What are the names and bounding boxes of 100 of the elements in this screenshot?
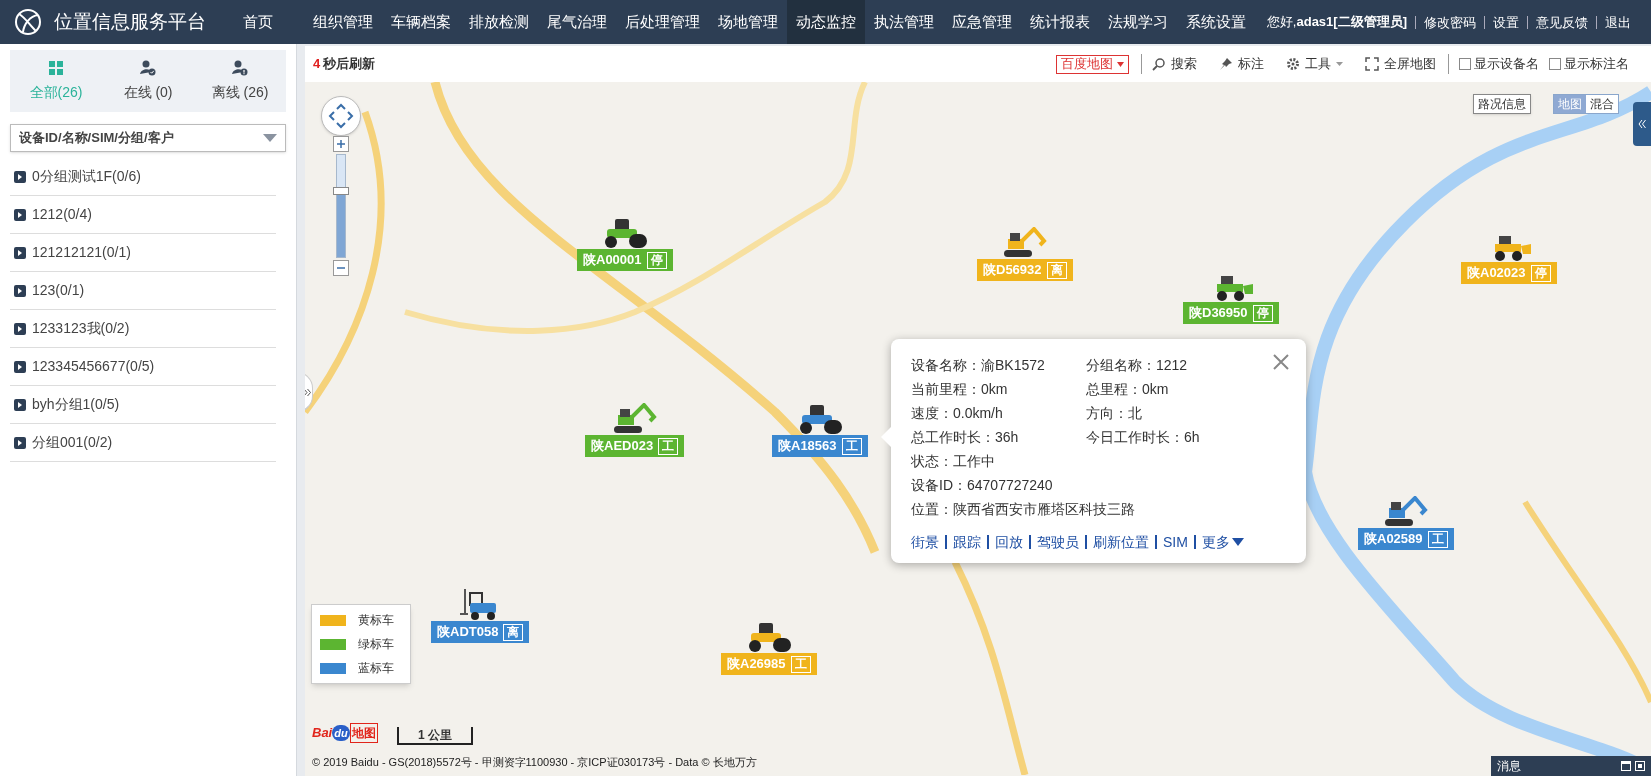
checkbox[interactable] xyxy=(1459,58,1471,70)
double-chevron-icon xyxy=(1638,120,1646,128)
user-check-icon xyxy=(140,59,156,76)
group-tree-item[interactable]: byh分组1(0/5) xyxy=(10,386,276,424)
nav-tab[interactable]: 场地管理 xyxy=(709,0,787,44)
filter-tab[interactable]: 离线 (26) xyxy=(194,50,286,112)
info-field: 当前里程：0km xyxy=(911,377,1086,401)
popup-link[interactable]: 街景 xyxy=(911,535,945,549)
traffic-button[interactable]: 路况信息 xyxy=(1473,94,1531,114)
caret-down-icon xyxy=(1231,538,1244,546)
nav-tab[interactable]: 动态监控 xyxy=(787,0,865,44)
map-mode-tab[interactable]: 混合 xyxy=(1586,95,1618,113)
checkbox[interactable] xyxy=(1549,58,1561,70)
map-scale: 1 公里 xyxy=(397,727,473,745)
info-field: 速度：0.0km/h xyxy=(911,401,1086,425)
group-tree-item[interactable]: 1233123我(0/2) xyxy=(10,310,276,348)
filter-tab[interactable]: 在线 (0) xyxy=(102,50,194,112)
group-tree-item[interactable]: 1212(0/4) xyxy=(10,196,276,234)
popup-link[interactable]: 回放 xyxy=(987,535,1029,549)
nav-tab[interactable]: 执法管理 xyxy=(865,0,943,44)
header-link[interactable]: 设置 xyxy=(1484,15,1527,29)
plus-icon xyxy=(337,140,345,148)
pin-icon xyxy=(1219,57,1233,71)
app-title: 位置信息服务平台 xyxy=(54,9,207,34)
plate-number: 陕ADT058 xyxy=(437,623,499,642)
group-tree-item[interactable]: 分组001(0/2) xyxy=(10,424,276,462)
minus-icon xyxy=(337,264,345,272)
map-tool-button[interactable]: 全屏地图 xyxy=(1355,54,1436,74)
map-tool-button[interactable]: 工具 xyxy=(1276,54,1343,74)
plate-number: 陕A02023 xyxy=(1467,264,1526,283)
status-tag: 离 xyxy=(1046,261,1067,279)
zoom-out-button[interactable] xyxy=(333,260,349,276)
popup-link[interactable]: 刷新位置 xyxy=(1085,535,1155,549)
checkbox-option[interactable]: 显示标注名 xyxy=(1549,54,1629,74)
message-label: 消息 xyxy=(1497,758,1521,775)
group-tree-item[interactable]: 121212121(0/1) xyxy=(10,234,276,272)
nav-tab[interactable]: 组织管理 xyxy=(304,0,382,44)
grid-icon xyxy=(48,59,64,76)
popup-link[interactable]: 驾驶员 xyxy=(1029,535,1085,549)
vehicle-label[interactable]: 陕A18563 工 xyxy=(772,435,868,457)
nav-tab[interactable]: 排放检测 xyxy=(460,0,538,44)
map-tool-button[interactable]: 标注 xyxy=(1209,54,1264,74)
header-link[interactable]: 意见反馈 xyxy=(1527,15,1596,29)
nav-tab[interactable]: 后处理管理 xyxy=(616,0,709,44)
info-field: 总里程：0km xyxy=(1086,377,1173,401)
checkbox-option[interactable]: 显示设备名 xyxy=(1459,54,1539,74)
legend-label: 蓝标车 xyxy=(358,660,394,677)
info-field: 位置：陕西省西安市雁塔区科技三路 xyxy=(911,497,1139,521)
plate-number: 陕A00001 xyxy=(583,251,642,270)
nav-tab[interactable]: 法规学习 xyxy=(1099,0,1177,44)
vehicle-label[interactable]: 陕ADT058 离 xyxy=(431,621,530,643)
status-tag: 停 xyxy=(1252,304,1273,322)
nav-tab[interactable]: 车辆档案 xyxy=(382,0,460,44)
message-bar[interactable]: 消息 xyxy=(1491,756,1651,776)
group-tree-item[interactable]: 0分组测试1F(0/6) xyxy=(10,158,276,196)
plate-number: 陕AED023 xyxy=(591,437,654,456)
info-field: 今日工作时长：6h xyxy=(1086,425,1204,449)
search-input[interactable]: 设备ID/名称/SIM/分组/客户 xyxy=(19,128,263,148)
plate-number: 陕D36950 xyxy=(1189,304,1248,323)
pan-control[interactable] xyxy=(321,96,361,136)
nav-tab[interactable]: 首页 xyxy=(234,0,282,44)
popup-link[interactable]: 跟踪 xyxy=(945,535,987,549)
group-tree-item[interactable]: 123(0/1) xyxy=(10,272,276,310)
map-type-select[interactable]: 百度地图 xyxy=(1056,54,1129,74)
popup-link[interactable]: 更多 xyxy=(1193,535,1250,549)
zoom-slider-thumb[interactable] xyxy=(333,186,349,195)
collapse-panel-tab[interactable] xyxy=(1633,102,1651,146)
nav-tab[interactable]: 统计报表 xyxy=(1021,0,1099,44)
user-greeting: 您好,adas1[二级管理员] xyxy=(1266,13,1408,32)
vehicle-label[interactable]: 陕A02589 工 xyxy=(1358,528,1454,550)
map-tool-button[interactable]: 搜索 xyxy=(1141,54,1197,74)
search-dropdown[interactable]: 设备ID/名称/SIM/分组/客户 xyxy=(10,124,286,152)
popup-link[interactable]: SIM xyxy=(1155,535,1194,549)
info-field: 状态：工作中 xyxy=(911,449,1086,473)
legend-label: 绿标车 xyxy=(358,636,394,653)
info-field: 总工作时长：36h xyxy=(911,425,1086,449)
plate-number: 陕A26985 xyxy=(727,655,786,674)
window-icon xyxy=(1635,761,1645,771)
refresh-label: 秒后刷新 xyxy=(323,55,376,74)
header-link[interactable]: 修改密码 xyxy=(1415,15,1484,29)
info-field: 分组名称：1212 xyxy=(1086,353,1192,377)
arrows-icon xyxy=(328,103,354,129)
nav-tab[interactable]: 尾气治理 xyxy=(538,0,616,44)
nav-tab[interactable]: 系统设置 xyxy=(1177,0,1255,44)
status-tag: 工 xyxy=(790,655,811,673)
info-field: 设备ID：64707727240 xyxy=(911,473,1086,497)
plate-number: 陕D56932 xyxy=(983,261,1042,280)
plate-number: 陕A02589 xyxy=(1364,530,1423,549)
group-tree-item[interactable]: 123345456677(0/5) xyxy=(10,348,276,386)
logo-text: 地图 xyxy=(349,723,378,743)
caret-down-icon xyxy=(263,134,277,142)
zoom-slider-track[interactable] xyxy=(336,154,346,258)
header-link[interactable]: 退出 xyxy=(1596,15,1639,29)
status-tag: 工 xyxy=(1427,530,1448,548)
status-tag: 停 xyxy=(1530,264,1551,282)
map-copyright: © 2019 Baidu - GS(2018)5572号 - 甲测资字1100930 - 京ICP证030173号 - Data © 长地万方 xyxy=(312,755,757,770)
zoom-in-button[interactable] xyxy=(333,136,349,152)
logo-paw-text: du xyxy=(332,724,350,742)
nav-tab[interactable]: 应急管理 xyxy=(943,0,1021,44)
close-button[interactable] xyxy=(1272,353,1290,371)
